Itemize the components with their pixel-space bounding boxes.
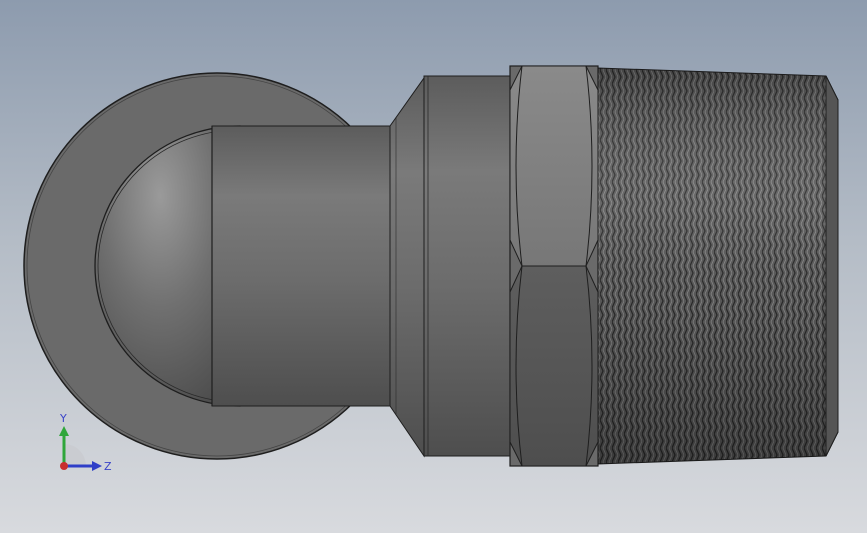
collar-band — [423, 75, 511, 457]
hex-nut — [509, 65, 599, 467]
triad-plane-icon — [64, 444, 86, 466]
x-axis-dot-icon — [60, 462, 68, 470]
axis-triad: Y Z — [59, 412, 112, 473]
graphics-viewport[interactable]: Y Z — [0, 0, 867, 533]
taper-collar — [389, 76, 425, 458]
knurled-sleeve — [597, 67, 839, 465]
model-view[interactable] — [0, 0, 867, 533]
z-axis-label: Z — [104, 460, 112, 473]
y-axis-label: Y — [59, 412, 67, 425]
neck-cylinder — [211, 125, 391, 407]
